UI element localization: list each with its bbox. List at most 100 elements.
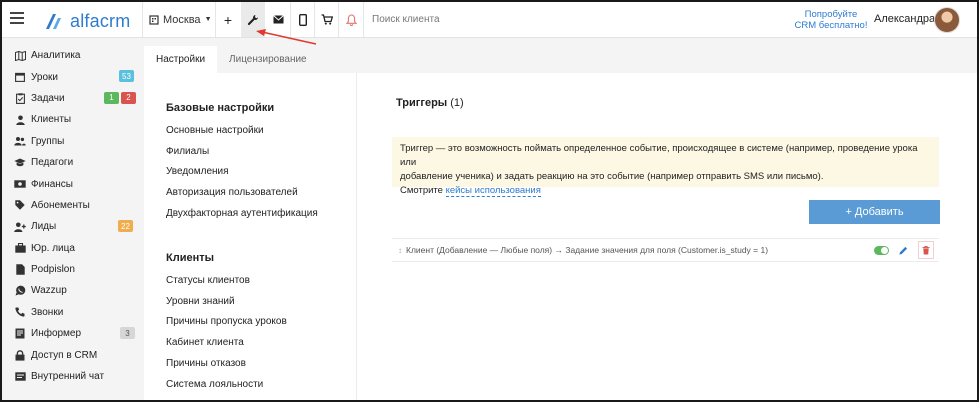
sidebar-item-label: Звонки	[31, 306, 64, 318]
settings-link-notifications[interactable]: Уведомления	[166, 162, 356, 183]
lessons-count-badge: 53	[119, 70, 134, 83]
building-icon	[149, 14, 159, 25]
use-cases-link[interactable]: кейсы использования	[445, 185, 541, 197]
sidebar-item-groups[interactable]: Группы	[2, 131, 144, 152]
sidebar-item-tasks[interactable]: Задачи 1 2	[2, 88, 144, 109]
city-name: Москва	[163, 13, 201, 26]
sidebar-item-label: Задачи	[31, 92, 65, 104]
graduation-cap-icon	[14, 158, 26, 167]
sidebar-item-label: Wazzup	[31, 285, 67, 297]
sidebar-item-label: Лиды	[31, 221, 57, 233]
phone-icon	[14, 307, 26, 317]
search-input[interactable]	[364, 14, 624, 25]
sidebar-item-podpislon[interactable]: Podpislon	[2, 259, 144, 280]
sidebar-item-calls[interactable]: Звонки	[2, 302, 144, 323]
trial-link[interactable]: Попробуйте CRM бесплатно!	[792, 9, 870, 31]
top-bar: alfacrm Москва ▼ + Поиск клиента Попробу…	[2, 2, 977, 38]
add-trigger-button[interactable]: + Добавить	[809, 200, 940, 224]
sidebar-item-label: Финансы	[31, 178, 73, 190]
logo[interactable]: alfacrm	[44, 10, 130, 32]
sidebar-item-leads[interactable]: Лиды 22	[2, 216, 144, 237]
users-icon	[14, 136, 26, 146]
settings-menu: Базовые настройки Основные настройки Фил…	[144, 73, 357, 400]
trigger-row[interactable]: ↕ Клиент (Добавление — Любые поля) → Зад…	[392, 238, 939, 262]
briefcase-icon	[14, 243, 26, 253]
sidebar-item-analytics[interactable]: Аналитика	[2, 45, 144, 66]
sidebar-item-label: Podpislon	[31, 264, 75, 276]
clipboard-icon	[14, 93, 26, 104]
settings-link-user-auth[interactable]: Авторизация пользователей	[166, 182, 356, 203]
sidebar-item-label: Группы	[31, 135, 65, 147]
settings-link-loyalty[interactable]: Система лояльности	[166, 374, 356, 395]
divider	[142, 2, 143, 37]
sidebar-item-label: Информер	[31, 328, 82, 340]
sidebar-item-wazzup[interactable]: Wazzup	[2, 280, 144, 301]
sidebar-item-lessons[interactable]: Уроки 53	[2, 66, 144, 87]
settings-link-main[interactable]: Основные настройки	[166, 120, 356, 141]
clients-settings-title: Клиенты	[166, 251, 215, 264]
sidebar-item-clients[interactable]: Клиенты	[2, 109, 144, 130]
trigger-description: Клиент (Добавление — Любые поля) → Задан…	[406, 245, 769, 255]
settings-link-absence-reasons[interactable]: Причины пропуска уроков	[166, 312, 356, 333]
triggers-title: Триггеры (1)	[396, 97, 464, 109]
tab-settings[interactable]: Настройки	[144, 46, 218, 73]
sidebar-item-label: Юр. лица	[31, 242, 75, 254]
trash-icon[interactable]	[918, 241, 934, 259]
sidebar-item-label: Внутренний чат	[31, 371, 105, 383]
sidebar-item-crm-access[interactable]: Доступ в CRM	[2, 344, 144, 365]
user-icon	[14, 115, 26, 125]
trial-line-2: CRM бесплатно!	[794, 20, 868, 31]
map-icon	[14, 50, 26, 61]
settings-link-client-cabinet[interactable]: Кабинет клиента	[166, 332, 356, 353]
app-frame: alfacrm Москва ▼ + Поиск клиента Попробу…	[0, 0, 979, 402]
caret-down-icon: ▼	[204, 16, 212, 23]
lock-icon	[14, 349, 26, 361]
sidebar-item-subscriptions[interactable]: Абонементы	[2, 195, 144, 216]
sidebar-item-label: Педагоги	[31, 157, 74, 169]
sidebar: Аналитика Уроки 53 Задачи 1 2 Клиенты Гр…	[2, 38, 144, 400]
note-line-3: Смотрите кейсы использования	[400, 184, 931, 198]
sidebar-item-teachers[interactable]: Педагоги	[2, 152, 144, 173]
sidebar-item-informer[interactable]: Информер 3	[2, 323, 144, 344]
leads-count-badge: 22	[118, 220, 133, 233]
informer-count-badge: 3	[120, 327, 135, 340]
triggers-panel: Триггеры (1) Триггер — это возможность п…	[358, 73, 977, 400]
triggers-title-text: Триггеры	[396, 97, 448, 109]
basic-settings-title: Базовые настройки	[166, 102, 275, 114]
city-selector[interactable]: Москва ▼	[149, 2, 212, 37]
triggers-info-note: Триггер — это возможность поймать опреде…	[392, 137, 939, 197]
sidebar-item-internal-chat[interactable]: Внутренний чат	[2, 366, 144, 387]
sort-icon[interactable]: ↕	[398, 246, 402, 255]
sidebar-item-legal-entities[interactable]: Юр. лица	[2, 238, 144, 259]
note-line-1: Триггер — это возможность поймать опреде…	[400, 143, 918, 168]
trigger-enabled-toggle[interactable]	[874, 246, 889, 255]
trial-line-1: Попробуйте	[804, 9, 858, 20]
note-line-2: добавление ученика) и задать реакцию на …	[400, 171, 824, 182]
book-icon	[14, 328, 26, 339]
money-icon	[14, 180, 26, 188]
user-name[interactable]: Александра	[874, 13, 935, 25]
menu-icon[interactable]	[10, 12, 24, 24]
whatsapp-icon	[14, 285, 26, 296]
bell-icon[interactable]	[339, 2, 363, 37]
settings-link-client-statuses[interactable]: Статусы клиентов	[166, 270, 356, 291]
add-icon[interactable]: +	[216, 2, 240, 37]
logo-mark-icon	[46, 14, 61, 29]
main-content: Базовые настройки Основные настройки Фил…	[144, 73, 977, 400]
tab-licensing[interactable]: Лицензирование	[217, 46, 319, 73]
sidebar-item-label: Клиенты	[31, 114, 72, 126]
sidebar-item-label: Аналитика	[31, 50, 81, 62]
pencil-icon[interactable]	[897, 244, 909, 256]
settings-link-knowledge-levels[interactable]: Уровни знаний	[166, 291, 356, 312]
sidebar-item-label: Уроки	[31, 71, 58, 83]
triggers-count: (1)	[450, 97, 464, 109]
settings-link-refusal-reasons[interactable]: Причины отказов	[166, 353, 356, 374]
logo-text: alfacrm	[70, 10, 131, 31]
document-icon	[14, 264, 26, 275]
sidebar-item-label: Доступ в CRM	[31, 349, 98, 361]
avatar[interactable]	[934, 7, 960, 33]
settings-link-branches[interactable]: Филиалы	[166, 141, 356, 162]
settings-link-2fa[interactable]: Двухфакторная аутентификация	[166, 203, 356, 224]
client-search[interactable]	[364, 2, 664, 37]
sidebar-item-finance[interactable]: Финансы	[2, 173, 144, 194]
